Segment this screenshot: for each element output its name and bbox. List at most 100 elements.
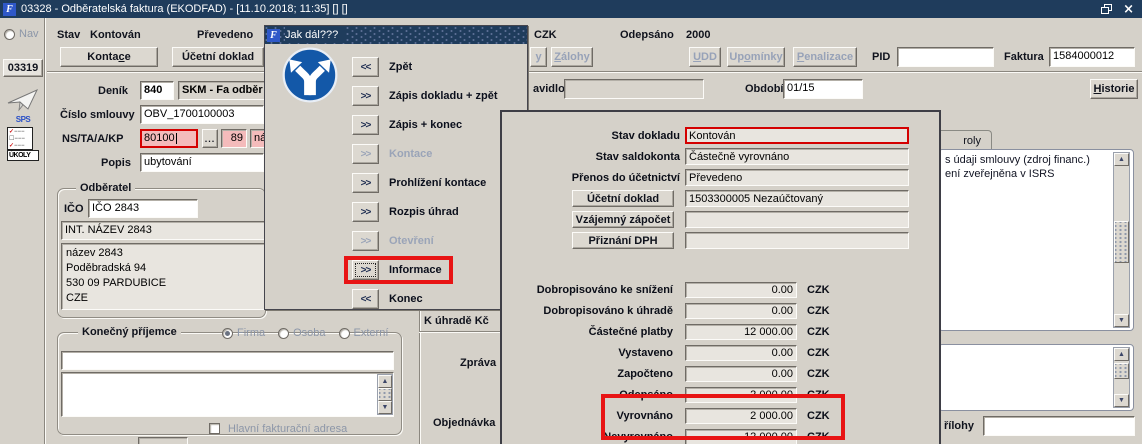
historie-accel: H xyxy=(1093,83,1102,95)
menu-arrow-button[interactable]: >> xyxy=(352,86,379,106)
menu-arrow-button[interactable]: >> xyxy=(352,260,379,280)
prijemce-scrollbar[interactable]: ▲ ▼ xyxy=(377,374,393,415)
menu-arrow-button[interactable]: << xyxy=(352,57,379,77)
doc-row-button[interactable]: Účetní doklad xyxy=(572,190,674,207)
historie-button[interactable]: Historie xyxy=(1090,79,1138,99)
prijemce-radio-item[interactable]: Externí xyxy=(338,327,388,339)
menu-item-label: Zápis dokladu + zpět xyxy=(389,90,498,102)
ukoly-button[interactable]: ✓−−− ☐−−− ✓−−− ÚKOLY xyxy=(7,127,39,161)
window-titlebar: F 03328 - Odběratelská faktura (EKODFAD)… xyxy=(0,0,1142,18)
close-icon[interactable]: × xyxy=(1123,3,1134,16)
hlavni-adresa-checkbox[interactable] xyxy=(209,423,220,434)
scroll-up-icon[interactable]: ▲ xyxy=(1114,153,1129,166)
prilohy-input[interactable] xyxy=(983,416,1135,436)
scroll-thumb[interactable] xyxy=(1114,221,1129,263)
menu-item-label: Rozpis úhrad xyxy=(389,206,459,218)
status-row-label: Přenos do účetnictví xyxy=(571,171,680,184)
restore-icon[interactable] xyxy=(1101,4,1113,14)
obdobi-field[interactable]: 01/15 xyxy=(783,79,863,99)
ns-label: NS/TA/A/KP xyxy=(62,133,124,145)
kontroly-item[interactable]: ení zveřejněna v ISRS xyxy=(941,167,1131,181)
scroll-thumb[interactable] xyxy=(1114,363,1129,379)
doc-row-button[interactable]: Vzájemný zápočet xyxy=(572,211,674,228)
radio-icon[interactable] xyxy=(278,327,290,339)
menu-arrow-button[interactable]: >> xyxy=(352,173,379,193)
popup-menu-item[interactable]: >> Zápis + konec xyxy=(348,115,469,135)
scroll-track[interactable] xyxy=(1114,361,1129,394)
scroll-thumb[interactable] xyxy=(378,388,392,401)
popup-menu-item[interactable]: << Konec xyxy=(348,289,430,309)
popup-menu-item[interactable]: << Zpět xyxy=(348,57,419,77)
sps-button[interactable]: SPS xyxy=(6,88,40,124)
prilohy-scrollbar[interactable]: ▲ ▼ xyxy=(1113,347,1130,408)
zalohy-button[interactable]: Zálohy xyxy=(551,47,593,67)
prijemce-radio-item[interactable]: Firma xyxy=(222,327,265,339)
ns-code-field[interactable]: 89 xyxy=(221,129,247,148)
address-line: 530 09 PARDUBICE xyxy=(66,277,167,289)
pravidlo-label-fragment: avidlo xyxy=(533,83,565,95)
status-row-value: Kontován xyxy=(685,127,909,144)
checklist-icon: ✓−−− ☐−−− ✓−−− xyxy=(7,127,33,150)
radio-icon[interactable] xyxy=(338,327,350,339)
doc-row: Vzájemný zápočet xyxy=(502,209,939,230)
kontroly-item[interactable]: s údaji smlouvy (zdroj financ.) xyxy=(941,153,1131,167)
nav-radio[interactable] xyxy=(4,28,15,40)
scroll-down-icon[interactable]: ▼ xyxy=(1114,394,1129,407)
popup-menu-item[interactable]: >> Prohlížení kontace xyxy=(348,173,493,193)
udd-button[interactable]: U DD xyxy=(689,47,721,67)
prijemce-name-input[interactable] xyxy=(61,351,394,370)
scroll-up-icon[interactable]: ▲ xyxy=(378,375,392,388)
amount-row: Započteno 0.00 CZK xyxy=(502,363,939,384)
faktura-field[interactable]: 1584000012 xyxy=(1049,47,1135,67)
faktura-label: Faktura xyxy=(1004,51,1044,63)
popup-menu-item[interactable]: >> Informace xyxy=(344,256,453,284)
penalizace-post: enalizace xyxy=(804,51,854,63)
prijemce-radio-item[interactable]: Osoba xyxy=(278,327,326,339)
menu-arrow-button[interactable]: >> xyxy=(352,231,379,251)
scroll-up-icon[interactable]: ▲ xyxy=(1114,348,1129,361)
amount-row-value: 0.00 xyxy=(685,302,797,319)
menu-arrow-button[interactable]: >> xyxy=(352,202,379,222)
popis-field[interactable]: ubytování xyxy=(140,153,264,172)
cut-button-fragment[interactable]: y xyxy=(530,47,547,67)
popup-titlebar[interactable]: F Jak dál??? xyxy=(265,26,527,44)
toolbar-divider xyxy=(47,71,1142,73)
ucetni-doklad-toolbar-button[interactable]: Účetní doklad xyxy=(172,47,264,67)
doc-row-button[interactable]: Přiznání DPH xyxy=(572,232,674,249)
status-row: Stav saldokonta Částečně vyrovnáno xyxy=(502,146,939,167)
objednavka-label: Objednávka xyxy=(433,417,496,429)
prijemce-address-textarea[interactable] xyxy=(61,372,394,417)
pid-input[interactable] xyxy=(897,47,994,67)
ns-field[interactable]: 80100 xyxy=(140,129,198,148)
ico-field[interactable]: IČO 2843 xyxy=(88,199,198,218)
radio-icon[interactable] xyxy=(222,327,233,339)
denik-code-field[interactable]: 840 xyxy=(140,81,174,100)
penalizace-button[interactable]: Penalizace xyxy=(793,47,857,67)
menu-arrow-button[interactable]: >> xyxy=(352,144,379,164)
prijemce-radio-group: Firma Osoba Externí xyxy=(222,327,401,339)
page-number-button[interactable]: 03319 xyxy=(3,59,43,77)
restore-front-square xyxy=(1101,7,1110,14)
amount-row-value: 0.00 xyxy=(685,365,797,382)
menu-arrow-button[interactable]: >> xyxy=(352,115,379,135)
kontroly-scrollbar[interactable]: ▲ ▼ xyxy=(1113,152,1130,328)
popup-menu-item[interactable]: >> Otevření xyxy=(348,231,441,251)
prilohy-textarea[interactable] xyxy=(938,344,1134,411)
cislo-smlouvy-field[interactable]: OBV_1700100003 xyxy=(140,105,264,124)
upominky-button[interactable]: Up o mínky xyxy=(727,47,785,67)
scroll-track[interactable] xyxy=(378,388,392,401)
scroll-down-icon[interactable]: ▼ xyxy=(1114,314,1129,327)
popup-menu-item[interactable]: >> Zápis dokladu + zpět xyxy=(348,86,505,106)
odepsano-top-value: 2000 xyxy=(686,29,711,41)
nav-radio-group[interactable]: Nav xyxy=(4,28,39,40)
ns-lookup-button[interactable]: ... xyxy=(202,129,218,148)
sidebar-divider xyxy=(44,18,46,444)
popup-icon: F xyxy=(267,28,280,42)
scroll-down-icon[interactable]: ▼ xyxy=(378,401,392,414)
menu-arrow-button[interactable]: << xyxy=(352,289,379,309)
kontroly-listbox[interactable]: s údaji smlouvy (zdroj financ.) ení zveře… xyxy=(938,149,1134,331)
scroll-track[interactable] xyxy=(1114,166,1129,314)
popup-menu-item[interactable]: >> Kontace xyxy=(348,144,439,164)
kontace-button[interactable]: Konta c e xyxy=(60,47,158,67)
popup-menu-item[interactable]: >> Rozpis úhrad xyxy=(348,202,466,222)
